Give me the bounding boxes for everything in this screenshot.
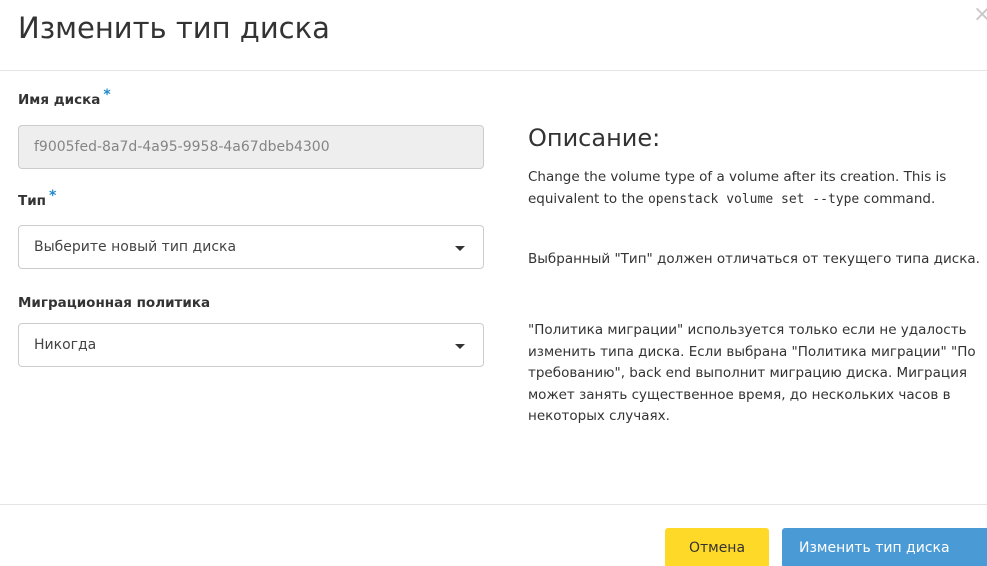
close-icon[interactable]: ×	[973, 4, 987, 26]
type-select-value: Выберите новый тип диска	[34, 239, 237, 255]
type-label: Тип *	[18, 189, 56, 210]
cancel-button[interactable]: Отмена	[665, 528, 769, 566]
volume-name-label: Имя диска *	[18, 88, 111, 109]
migration-policy-select-value: Никогда	[34, 337, 97, 353]
required-star-icon: *	[49, 187, 57, 204]
required-star-icon: *	[103, 86, 111, 103]
description-paragraph-command: Change the volume type of a volume after…	[528, 167, 987, 210]
migration-policy-select[interactable]: Никогда	[18, 323, 484, 367]
description-paragraph-migration: "Политика миграции" используется только …	[528, 322, 976, 424]
modal-header: Изменить тип диска ×	[0, 0, 987, 71]
type-label-text: Тип	[18, 193, 46, 209]
change-volume-type-dialog: Изменить тип диска × Имя диска * f9005fed…	[0, 0, 987, 566]
change-volume-type-button[interactable]: Изменить тип диска	[782, 528, 987, 566]
volume-name-label-text: Имя диска	[18, 92, 101, 108]
volume-name-input[interactable]: f9005fed-8a7d-4a95-9958-4a67dbeb4300	[18, 125, 484, 169]
description-paragraph-type: Выбранный "Тип" должен отличаться от тек…	[528, 251, 980, 267]
description-title: Описание:	[528, 124, 661, 152]
description-text: command.	[859, 190, 936, 207]
description-column: Описание: Change the volume type of a vo…	[528, 70, 987, 490]
caret-down-icon	[455, 344, 465, 349]
caret-down-icon	[455, 246, 465, 251]
migration-policy-label: Миграционная политика	[18, 295, 211, 311]
command-code: openstack volume set --type	[647, 191, 860, 207]
modal-footer: Отмена Изменить тип диска	[0, 504, 987, 566]
type-select[interactable]: Выберите новый тип диска	[18, 225, 484, 269]
modal-title: Изменить тип диска	[18, 11, 330, 45]
